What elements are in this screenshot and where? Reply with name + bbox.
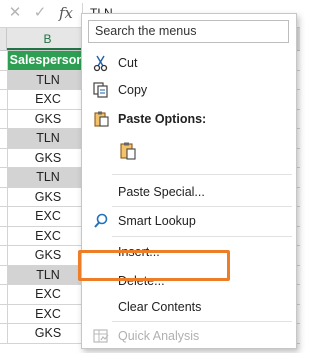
menu-separator [112,174,292,175]
salesperson-cell[interactable]: TLN [7,70,89,89]
menu-item-copy[interactable]: Copy [82,78,294,102]
menu-item-label: Cut [118,56,138,70]
paste-option-keep-formatting[interactable] [82,136,294,166]
menu-item-label: Clear Contents [118,300,202,314]
menu-item-label: Copy [118,83,148,97]
quick-analysis-icon [92,327,110,345]
menu-item-cut[interactable]: Cut [82,51,294,75]
menu-separator [112,321,292,322]
menu-separator [112,236,292,237]
menu-item-smart-lookup[interactable]: Smart Lookup [82,209,294,233]
insert-function-button[interactable]: fx [56,3,76,23]
paste-clipboard-icon [119,141,137,160]
paste-clipboard-icon [92,110,110,128]
menu-separator [112,206,292,207]
salesperson-header-cell[interactable]: Salesperson [7,51,89,70]
column-header-b[interactable]: B [7,28,89,50]
checkmark-icon[interactable]: ✓ [29,4,51,22]
salesperson-cell[interactable]: TLN [7,129,89,148]
salesperson-cell[interactable]: GKS [7,187,89,206]
salesperson-cell[interactable]: EXC [7,207,89,226]
column-header-a[interactable] [0,28,7,50]
menu-item-paste-special[interactable]: Paste Special... [82,180,294,204]
delete-highlight-annotation [78,250,230,281]
salesperson-cell[interactable]: GKS [7,148,89,167]
salesperson-cell[interactable]: GKS [7,109,89,128]
menu-item-clear-contents[interactable]: Clear Contents [82,295,294,319]
menu-item-label: Paste Options: [118,112,207,126]
menu-search-input[interactable]: Search the menus [88,20,289,43]
salesperson-cell[interactable]: GKS [7,246,89,265]
salesperson-cell[interactable]: EXC [7,90,89,109]
salesperson-cell[interactable]: EXC [7,226,89,245]
salesperson-cell[interactable]: GKS [7,324,89,343]
copy-icon [92,81,110,99]
scissors-icon [92,54,110,72]
salesperson-cell[interactable]: TLN [7,168,89,187]
menu-item-label: Paste Special... [118,185,205,199]
cancel-x-icon[interactable]: ✕ [4,4,26,22]
salesperson-cell[interactable]: EXC [7,304,89,323]
salesperson-cell[interactable]: EXC [7,285,89,304]
menu-item-paste-options: Paste Options: [82,107,294,131]
menu-item-quick-analysis: Quick Analysis [82,324,294,348]
salesperson-cell[interactable]: TLN [7,265,89,284]
search-icon [92,212,110,230]
menu-item-label: Quick Analysis [118,329,200,343]
menu-item-label: Smart Lookup [118,214,196,228]
context-menu: Search the menus Cut Copy Paste Options:… [81,13,297,349]
